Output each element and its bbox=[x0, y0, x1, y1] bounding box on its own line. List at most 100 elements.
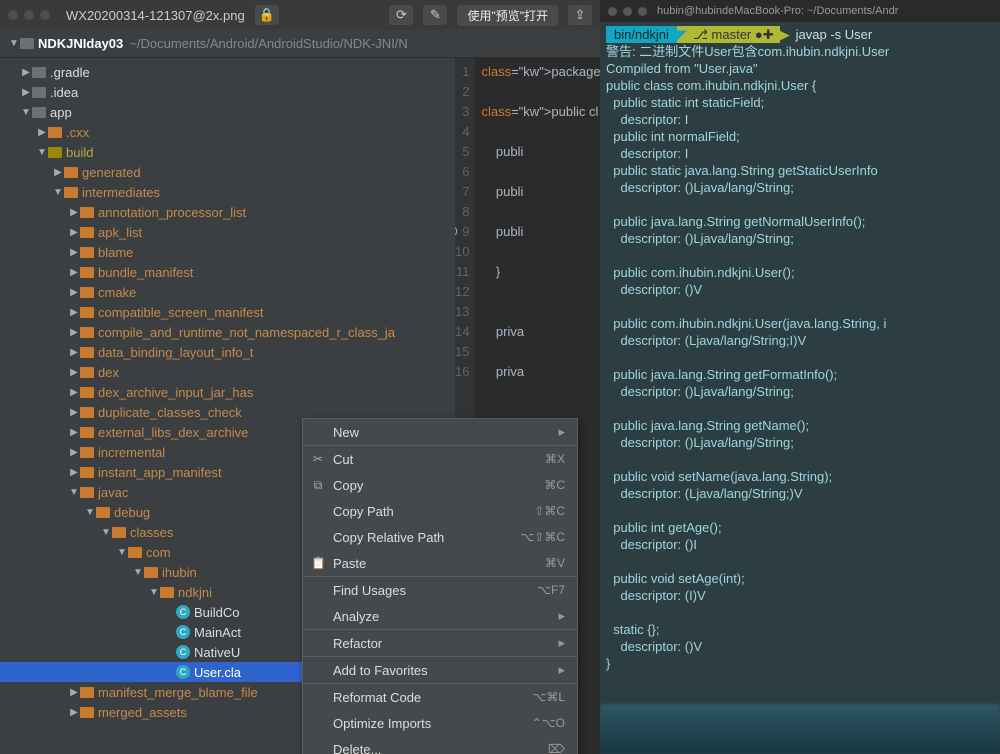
minimize-icon[interactable] bbox=[24, 10, 34, 20]
menu-item-delete[interactable]: Delete...⌦ bbox=[303, 736, 577, 754]
folder-icon bbox=[128, 547, 142, 558]
line-number: 12 bbox=[455, 282, 469, 302]
chevron-down-icon[interactable] bbox=[20, 107, 32, 118]
folder-item[interactable]: .cxx bbox=[0, 122, 455, 142]
folder-item[interactable]: compatible_screen_manifest bbox=[0, 302, 455, 322]
menu-shortcut: ⇧⌘C bbox=[534, 504, 565, 518]
chevron-right-icon[interactable] bbox=[68, 387, 80, 398]
class-icon: C bbox=[176, 625, 190, 639]
chevron-right-icon[interactable] bbox=[20, 67, 32, 78]
close-icon[interactable] bbox=[8, 10, 18, 20]
menu-item-refactor[interactable]: Refactor▸ bbox=[303, 630, 577, 656]
lock-icon[interactable]: 🔒 bbox=[255, 5, 279, 25]
folder-item[interactable]: dex bbox=[0, 362, 455, 382]
window-controls[interactable] bbox=[8, 10, 50, 20]
folder-item[interactable]: dex_archive_input_jar_has bbox=[0, 382, 455, 402]
folder-item[interactable]: compile_and_runtime_not_namespaced_r_cla… bbox=[0, 322, 455, 342]
rotate-icon[interactable]: ⟳ bbox=[389, 5, 413, 25]
chevron-right-icon[interactable] bbox=[68, 227, 80, 238]
code-line: priva bbox=[481, 322, 600, 342]
chevron-down-icon[interactable] bbox=[52, 187, 64, 198]
code-line: priva bbox=[481, 362, 600, 382]
folder-item[interactable]: cmake bbox=[0, 282, 455, 302]
tree-label: app bbox=[50, 105, 72, 120]
menu-item-new[interactable]: New▸ bbox=[303, 419, 577, 445]
chevron-right-icon[interactable] bbox=[68, 247, 80, 258]
folder-item[interactable]: bundle_manifest bbox=[0, 262, 455, 282]
folder-item[interactable]: .gradle bbox=[0, 62, 455, 82]
menu-item-copy-path[interactable]: Copy Path⇧⌘C bbox=[303, 498, 577, 524]
chevron-right-icon[interactable] bbox=[68, 347, 80, 358]
chevron-down-icon[interactable] bbox=[132, 567, 144, 578]
chevron-down-icon[interactable] bbox=[148, 587, 160, 598]
folder-item[interactable]: .idea bbox=[0, 82, 455, 102]
close-icon[interactable] bbox=[608, 7, 617, 16]
menu-item-add-to-favorites[interactable]: Add to Favorites▸ bbox=[303, 657, 577, 683]
chevron-right-icon[interactable] bbox=[68, 427, 80, 438]
tree-label: debug bbox=[114, 505, 150, 520]
folder-item[interactable]: apk_list bbox=[0, 222, 455, 242]
chevron-right-icon[interactable] bbox=[68, 687, 80, 698]
menu-item-reformat-code[interactable]: Reformat Code⌥⌘L bbox=[303, 684, 577, 710]
minimize-icon[interactable] bbox=[623, 7, 632, 16]
chevron-down-icon[interactable] bbox=[8, 38, 20, 49]
chevron-right-icon[interactable] bbox=[68, 267, 80, 278]
prompt-branch: ⎇ master ●✚ bbox=[687, 26, 780, 43]
terminal-body[interactable]: bin/ndkjni◤⎇ master ●✚▶ javap -s User 警告… bbox=[600, 22, 1000, 754]
maximize-icon[interactable] bbox=[638, 7, 647, 16]
chevron-right-icon[interactable] bbox=[52, 167, 64, 178]
menu-item-analyze[interactable]: Analyze▸ bbox=[303, 603, 577, 629]
folder-item[interactable]: annotation_processor_list bbox=[0, 202, 455, 222]
open-with-preview-button[interactable]: 使用"预览"打开 bbox=[457, 5, 558, 26]
menu-label: Add to Favorites bbox=[333, 663, 428, 678]
chevron-right-icon[interactable] bbox=[68, 287, 80, 298]
folder-icon bbox=[80, 227, 94, 238]
terminal-command: javap -s User bbox=[796, 26, 873, 43]
folder-icon bbox=[80, 687, 94, 698]
line-number: 2 bbox=[455, 82, 469, 102]
maximize-icon[interactable] bbox=[40, 10, 50, 20]
chevron-right-icon[interactable] bbox=[68, 447, 80, 458]
menu-item-paste[interactable]: 📋Paste⌘V bbox=[303, 550, 577, 576]
chevron-right-icon[interactable] bbox=[68, 367, 80, 378]
chevron-right-icon[interactable] bbox=[20, 87, 32, 98]
menu-item-cut[interactable]: ✂Cut⌘X bbox=[303, 446, 577, 472]
chevron-right-icon[interactable] bbox=[36, 127, 48, 138]
folder-icon bbox=[80, 427, 94, 438]
folder-item[interactable]: blame bbox=[0, 242, 455, 262]
menu-item-optimize-imports[interactable]: Optimize Imports⌃⌥O bbox=[303, 710, 577, 736]
chevron-right-icon[interactable] bbox=[68, 207, 80, 218]
menu-label: Paste bbox=[333, 556, 366, 571]
chevron-right-icon[interactable] bbox=[68, 707, 80, 718]
chevron-down-icon[interactable] bbox=[36, 147, 48, 158]
chevron-right-icon[interactable] bbox=[68, 307, 80, 318]
folder-icon bbox=[80, 707, 94, 718]
code-line: publi bbox=[481, 182, 600, 202]
chevron-down-icon[interactable] bbox=[100, 527, 112, 538]
terminal-window: hubin@hubindeMacBook-Pro: ~/Documents/An… bbox=[600, 0, 1000, 754]
tree-label: User.cla bbox=[194, 665, 241, 680]
folder-item[interactable]: build bbox=[0, 142, 455, 162]
chevron-down-icon[interactable] bbox=[68, 487, 80, 498]
menu-item-copy[interactable]: ⧉Copy⌘C bbox=[303, 472, 577, 498]
chevron-right-icon[interactable] bbox=[68, 407, 80, 418]
menu-item-copy-relative-path[interactable]: Copy Relative Path⌥⇧⌘C bbox=[303, 524, 577, 550]
chevron-right-icon[interactable] bbox=[68, 467, 80, 478]
tree-label: bundle_manifest bbox=[98, 265, 193, 280]
chevron-down-icon[interactable] bbox=[84, 507, 96, 518]
share-icon[interactable]: ⇪ bbox=[568, 5, 592, 25]
menu-label: Optimize Imports bbox=[333, 716, 431, 731]
folder-item[interactable]: data_binding_layout_info_t bbox=[0, 342, 455, 362]
folder-item[interactable]: generated bbox=[0, 162, 455, 182]
chevron-down-icon[interactable] bbox=[116, 547, 128, 558]
edit-icon[interactable]: ✎ bbox=[423, 5, 447, 25]
folder-icon bbox=[80, 327, 94, 338]
tree-label: .gradle bbox=[50, 65, 90, 80]
folder-item[interactable]: app bbox=[0, 102, 455, 122]
chevron-right-icon[interactable] bbox=[68, 327, 80, 338]
menu-item-find-usages[interactable]: Find Usages⌥F7 bbox=[303, 577, 577, 603]
class-icon: C bbox=[176, 645, 190, 659]
folder-item[interactable]: intermediates bbox=[0, 182, 455, 202]
line-number: @9 bbox=[455, 222, 469, 242]
context-menu[interactable]: New▸✂Cut⌘X⧉Copy⌘CCopy Path⇧⌘CCopy Relati… bbox=[302, 418, 578, 754]
